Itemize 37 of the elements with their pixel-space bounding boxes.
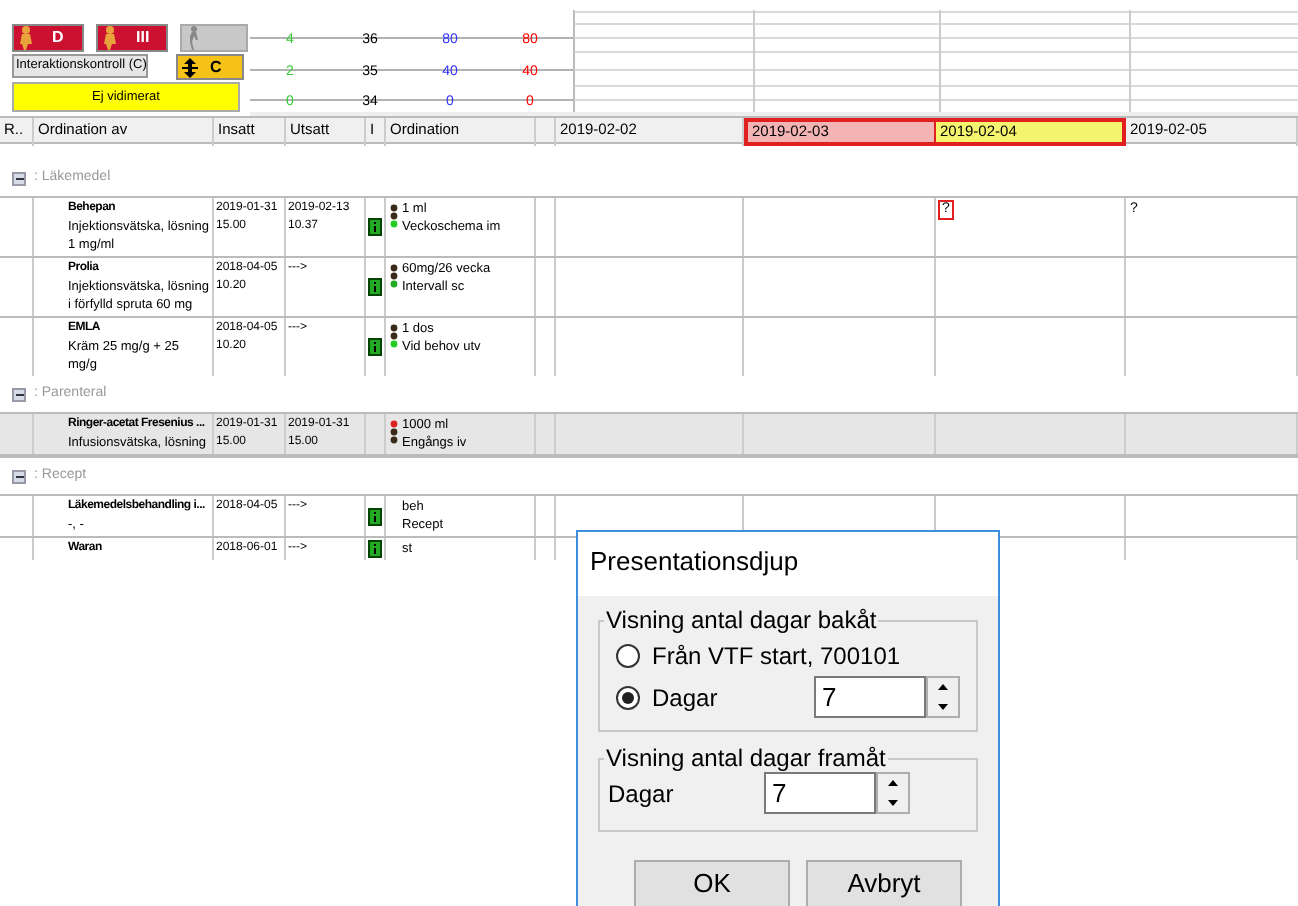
walking-person-icon: [186, 26, 200, 50]
alert-badge[interactable]: III: [96, 24, 168, 52]
spinner-button[interactable]: [876, 772, 910, 814]
up-arrow-icon: [938, 684, 948, 691]
radio-button[interactable]: [616, 643, 640, 667]
alert-badge[interactable]: C: [176, 54, 244, 80]
number-field[interactable]: 7: [764, 772, 876, 814]
info-icon[interactable]: [368, 507, 382, 525]
collapse-icon[interactable]: [12, 387, 26, 401]
radio-label[interactable]: Dagar: [652, 683, 718, 711]
radio-label[interactable]: Från VTF start, 700101: [652, 641, 901, 669]
down-arrow-icon: [938, 703, 948, 710]
info-icon[interactable]: [368, 218, 382, 236]
dialog-button[interactable]: Avbryt: [806, 860, 962, 906]
collapse-icon[interactable]: [12, 469, 26, 483]
traffic-light-icon: [390, 420, 398, 444]
person-icon: [16, 26, 36, 50]
spinner-button[interactable]: [926, 676, 960, 718]
alert-badge[interactable]: D: [12, 24, 84, 52]
info-icon[interactable]: [368, 278, 382, 296]
group-label: Visning antal dagar framåt: [604, 744, 888, 772]
group-label: Visning antal dagar bakåt: [604, 606, 879, 634]
dialog-title: Presentationsdjup: [578, 532, 998, 596]
traffic-light-icon: [390, 264, 398, 288]
traffic-light-icon: [390, 324, 398, 348]
number-field[interactable]: 7: [814, 676, 926, 718]
dialog-button[interactable]: OK: [634, 860, 790, 906]
field-label: Dagar: [608, 779, 676, 807]
person-icon: [100, 26, 120, 50]
radio-button[interactable]: [616, 685, 640, 709]
info-icon[interactable]: [368, 540, 382, 558]
info-icon[interactable]: [368, 338, 382, 356]
arrows-icon: [182, 57, 198, 77]
traffic-light-icon: [390, 204, 398, 228]
up-arrow-icon: [888, 780, 898, 787]
collapse-icon[interactable]: [12, 171, 26, 185]
down-arrow-icon: [888, 799, 898, 806]
